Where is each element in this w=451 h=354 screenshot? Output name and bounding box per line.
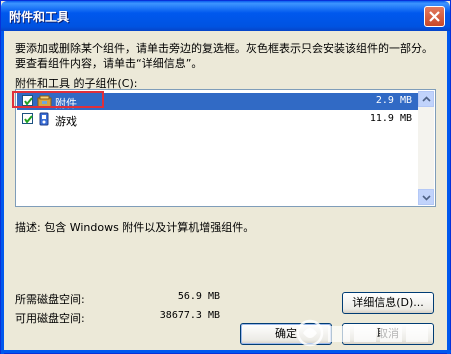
required-space-label: 所需磁盘空间: (15, 293, 85, 306)
window-frame-bottom (1, 350, 451, 353)
window-title: 附件和工具 (9, 10, 70, 24)
details-button[interactable]: 详细信息(D)... (342, 292, 434, 314)
required-space-value: 56.9 MB (177, 291, 220, 302)
component-size: 11.9 MB (369, 113, 412, 124)
window-frame-left (1, 31, 4, 354)
instructions-text: 要添加或删除某个组件，请单击旁边的复选框。灰色框表示只会安装该组件的一部分。要查… (15, 42, 433, 70)
component-size: 2.9 MB (375, 95, 412, 106)
checkbox-games[interactable] (22, 113, 33, 124)
list-scrollbar[interactable] (418, 91, 434, 205)
close-button[interactable] (424, 6, 445, 27)
games-icon (37, 112, 53, 127)
scroll-up-button[interactable] (418, 91, 434, 107)
chevron-down-icon (422, 195, 431, 201)
available-space-label: 可用磁盘空间: (15, 312, 85, 325)
close-icon (429, 11, 440, 22)
component-description: 描述: 包含 Windows 附件以及计算机增强组件。 (15, 221, 255, 234)
list-item-games[interactable]: 游戏 11.9 MB (17, 111, 418, 128)
annotation-highlight-box (12, 91, 104, 108)
site-watermark-logo (294, 317, 444, 349)
scroll-down-button[interactable] (418, 189, 434, 205)
chevron-up-icon (422, 96, 431, 102)
available-space-value: 38677.3 MB (159, 310, 220, 321)
window-frame-right (447, 31, 450, 354)
title-bar[interactable]: 附件和工具 (1, 1, 450, 31)
checkmark-icon (24, 115, 33, 124)
dialog-window: 附件和工具 要添加或删除某个组件，请单击旁边的复选框。灰色框表示只会安装该组件的… (0, 0, 451, 354)
component-name: 游戏 (55, 115, 77, 128)
